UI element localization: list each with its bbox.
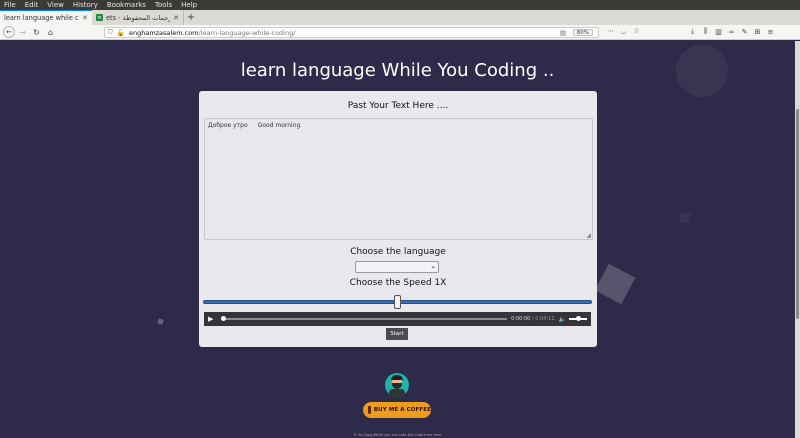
menu-bar: File Edit View History Bookmarks Tools H… [0,0,800,10]
background-square [679,212,691,224]
chevron-down-icon: ⌄ [430,262,436,270]
bookmark-star-icon[interactable]: ☆ [630,27,643,35]
translator-card: Past Your Text Here .... Доброе утро Good… [199,91,597,347]
menu-file[interactable]: File [4,1,16,9]
start-button[interactable]: Start [386,328,408,340]
home-icon[interactable]: ⌂ [44,26,57,39]
downloads-icon[interactable]: ⤓ [686,27,699,36]
library-icon[interactable]: ⫼ [699,27,712,36]
url-host: enghamzasalem.com [128,28,199,37]
buy-me-a-coffee-button[interactable]: BUY ME A COFFEE [363,402,431,418]
more-actions-icon[interactable]: ⋯ [604,27,617,35]
sidebar-icon[interactable]: ▥ [712,28,725,36]
page-actions: ⋯ ◡ ☆ [604,27,643,35]
language-select[interactable]: ⌄ [355,261,439,273]
close-tab-icon[interactable]: ✕ [82,14,88,22]
progress-handle[interactable] [221,316,226,321]
forward-icon[interactable]: → [16,26,29,39]
color-picker-icon[interactable]: ✎ [738,28,751,36]
translate-favicon-icon: ≡ [96,14,103,21]
avatar-hair [391,375,403,380]
reload-icon[interactable]: ↻ [30,26,43,39]
page-scrollbar[interactable] [795,41,800,438]
text-content: Доброе утро Good morning [208,122,589,129]
play-icon[interactable]: ▶ [208,315,218,323]
scrollbar-thumb[interactable] [796,109,799,319]
audio-time: 0:00:00 / 0:04:11 [511,316,554,322]
back-icon[interactable]: ← [3,26,15,38]
close-tab-icon[interactable]: ✕ [173,14,179,22]
tab-learn-language[interactable]: learn language while coding ✕ [0,10,92,25]
menu-tools[interactable]: Tools [155,1,172,9]
menu-history[interactable]: History [73,1,98,9]
translated-text: Good morning [257,122,301,129]
shield-icon[interactable]: ⛉ [108,28,113,37]
reader-view-icon[interactable]: ▤ [560,29,566,37]
avatar-body [389,389,405,397]
insecure-lock-icon[interactable]: 🔓 [117,29,125,37]
audio-progress-bar[interactable] [221,316,508,321]
navigation-bar: ← → ↻ ⌂ ⛉ 🔓 enghamzasalem.com/learn-lang… [0,25,800,40]
extension-icon[interactable]: ∞ [725,28,738,36]
speed-slider[interactable] [203,295,592,309]
new-tab-icon[interactable]: + [184,10,198,25]
resize-handle-icon[interactable]: ◢ [586,232,591,239]
slider-thumb[interactable] [393,295,401,309]
language-label: Choose the language [350,247,446,257]
avatar [385,373,409,397]
source-text: Доброе утро [208,122,248,129]
current-time: 0:00:00 [511,316,531,322]
menu-icon[interactable]: ≡ [764,28,777,36]
tab-title: ets - الترجمات المحفوظة [106,13,170,22]
pocket-icon[interactable]: ◡ [617,27,630,35]
menu-view[interactable]: View [47,1,64,9]
menu-help[interactable]: Help [181,1,197,9]
page-viewport: learn language While You Coding .. Past … [0,41,795,438]
menu-edit[interactable]: Edit [25,1,39,9]
duration: / 0:04:11 [531,316,555,322]
audio-player: ▶ 0:00:00 / 0:04:11 🔈 [204,312,591,326]
background-square [594,263,636,305]
url-path: /learn-language-while-coding/ [198,28,296,37]
speed-label: Choose the Speed 1X [349,278,447,288]
tab-saved-translations[interactable]: ≡ ets - الترجمات المحفوظة ✕ [92,10,184,25]
text-input-area[interactable]: Доброе утро Good morning ◢ [204,118,593,240]
tab-title: learn language while coding [4,14,79,22]
card-title: Past Your Text Here .... [347,101,449,111]
url-bar[interactable]: ⛉ 🔓 enghamzasalem.com/learn-language-whi… [104,27,599,38]
tab-strip: learn language while coding ✕ ≡ ets - ال… [0,10,800,25]
extension-grid-icon[interactable]: ⊞ [751,28,764,36]
zoom-level-button[interactable]: 80% [572,29,593,36]
footer-text: © So Copy/Write you can take the code fr… [353,433,442,437]
background-square [157,318,164,325]
coffee-cup-icon [368,406,371,414]
volume-icon[interactable]: 🔈 [559,316,566,323]
volume-slider[interactable] [569,316,587,321]
page-title: learn language While You Coding .. [240,60,555,81]
menu-bookmarks[interactable]: Bookmarks [107,1,146,9]
volume-handle[interactable] [576,316,581,321]
toolbar-icons: ⤓ ⫼ ▥ ∞ ✎ ⊞ ≡ [686,27,777,36]
coffee-button-label: BUY ME A COFFEE [373,407,431,413]
